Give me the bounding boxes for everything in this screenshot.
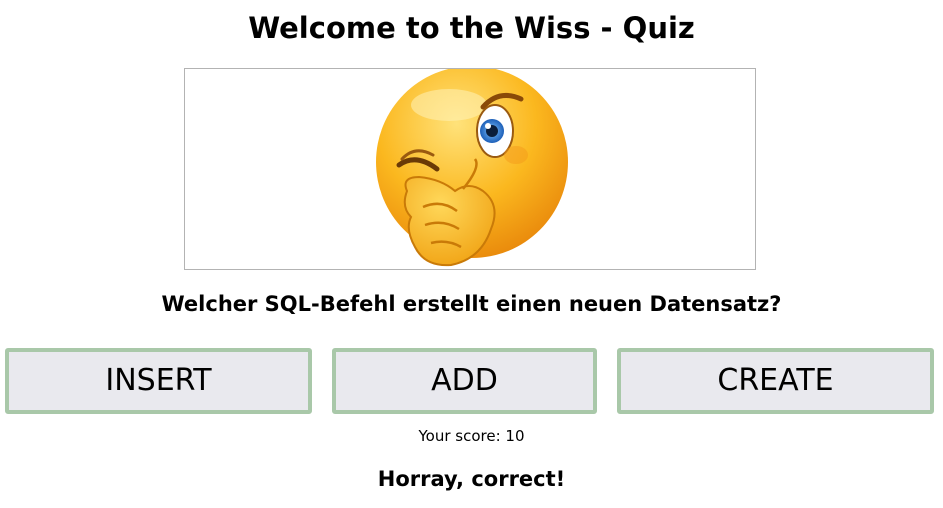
thinking-emoji-icon bbox=[376, 69, 568, 267]
question-image bbox=[184, 68, 756, 270]
feedback-message: Horray, correct! bbox=[377, 467, 566, 491]
quiz-page: Welcome to the Wiss - Quiz Welcher SQL-B… bbox=[0, 0, 943, 508]
score-text: Your score: 10 bbox=[418, 427, 525, 445]
answer-button-add[interactable]: ADD bbox=[332, 348, 597, 414]
page-title: Welcome to the Wiss - Quiz bbox=[248, 11, 695, 45]
answer-button-create[interactable]: CREATE bbox=[617, 348, 934, 414]
question-text: Welcher SQL-Befehl erstellt einen neuen … bbox=[161, 292, 782, 316]
answer-button-insert[interactable]: INSERT bbox=[5, 348, 312, 414]
